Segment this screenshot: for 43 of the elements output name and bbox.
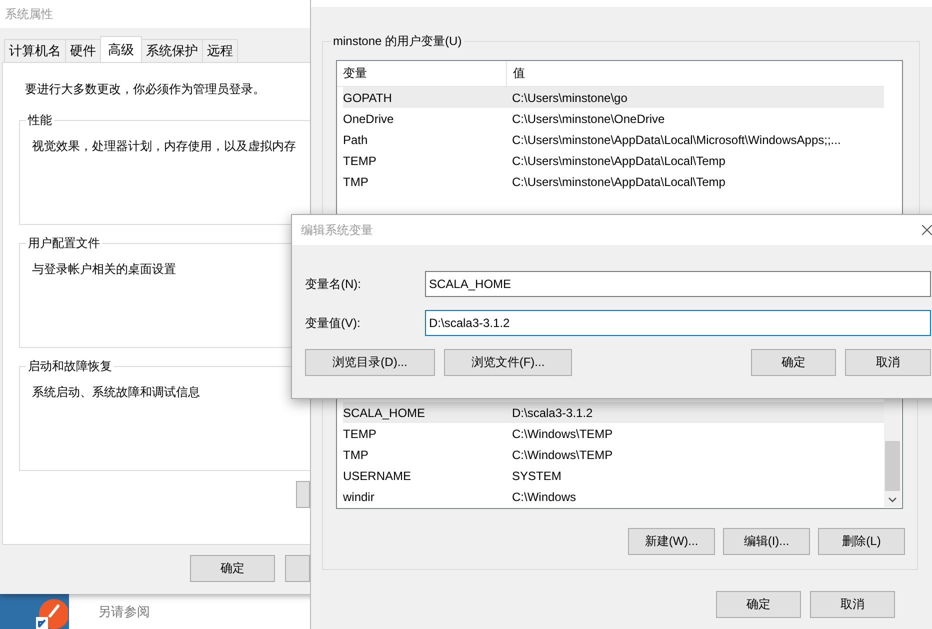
field-label: 变量值(V): — [305, 314, 362, 332]
column-header[interactable]: 变量 — [337, 61, 507, 86]
group-description: 与登录帐户相关的桌面设置 — [32, 261, 177, 278]
see-also-label: 另请参阅 — [98, 603, 150, 621]
dialog-button[interactable]: 取消 — [810, 591, 895, 618]
list-row[interactable]: TMP C:\Windows\TEMP — [343, 444, 884, 465]
dialog-button[interactable]: 确定 — [716, 591, 801, 618]
browse-button[interactable]: 浏览文件(F)... — [444, 349, 572, 376]
group-description: 系统启动、系统故障和调试信息 — [32, 384, 201, 401]
group-description: 视觉效果，处理器计划，内存使用，以及虚拟内存 — [32, 138, 297, 155]
input-field[interactable]: SCALA_HOME — [425, 271, 931, 297]
list-row[interactable]: TMP C:\Users\minstone\AppData\Local\Temp — [343, 171, 884, 192]
list-row[interactable]: Path C:\Users\minstone\AppData\Local\Microsoft\WindowsApps;;... — [343, 129, 884, 150]
group-title: 启动和故障恢复 — [26, 358, 114, 375]
tab[interactable]: 高级 — [100, 36, 142, 63]
tab[interactable]: 计算机名 — [4, 39, 66, 62]
group-title: minstone 的用户变量(U) — [331, 33, 464, 50]
input-field[interactable]: D:\scala3-3.1.2 — [425, 310, 931, 336]
list-row[interactable]: USERNAME SYSTEM — [343, 465, 884, 486]
list-row[interactable]: GOPATH C:\Users\minstone\go — [343, 87, 884, 108]
column-header[interactable]: 值 — [507, 61, 525, 86]
list-action-button[interactable]: 新建(W)... — [628, 528, 715, 555]
list-row[interactable]: SCALA_HOME D:\scala3-3.1.2 — [343, 402, 884, 423]
list-row[interactable]: TEMP C:\Windows\TEMP — [343, 423, 884, 444]
close-icon[interactable] — [922, 225, 932, 235]
ok-button[interactable]: 确定 — [190, 555, 275, 582]
ok-button[interactable]: 确定 — [751, 349, 836, 376]
browse-button[interactable]: 浏览目录(D)... — [305, 349, 435, 376]
chevron-down-icon[interactable] — [888, 497, 897, 503]
list-action-button[interactable]: 编辑(I)... — [723, 528, 810, 555]
tab[interactable]: 远程 — [202, 39, 238, 62]
field-label: 变量名(N): — [305, 276, 362, 292]
list-row[interactable]: TEMP C:\Users\minstone\AppData\Local\Temp — [343, 150, 884, 171]
window-title: 系统属性 — [5, 6, 53, 22]
list-row[interactable]: OneDrive C:\Users\minstone\OneDrive — [343, 108, 884, 129]
group-title: 性能 — [26, 112, 54, 129]
list-action-button[interactable]: 删除(L) — [818, 528, 905, 555]
cancel-button[interactable]: 取消 — [845, 349, 931, 376]
group-title: 用户配置文件 — [26, 235, 102, 252]
dialog-title: 编辑系统变量 — [301, 222, 373, 238]
scrollbar-thumb[interactable] — [885, 441, 900, 491]
list-row[interactable]: windir C:\Windows — [343, 486, 884, 507]
admin-notice: 要进行大多数更改，你必须作为管理员登录。 — [25, 81, 266, 98]
